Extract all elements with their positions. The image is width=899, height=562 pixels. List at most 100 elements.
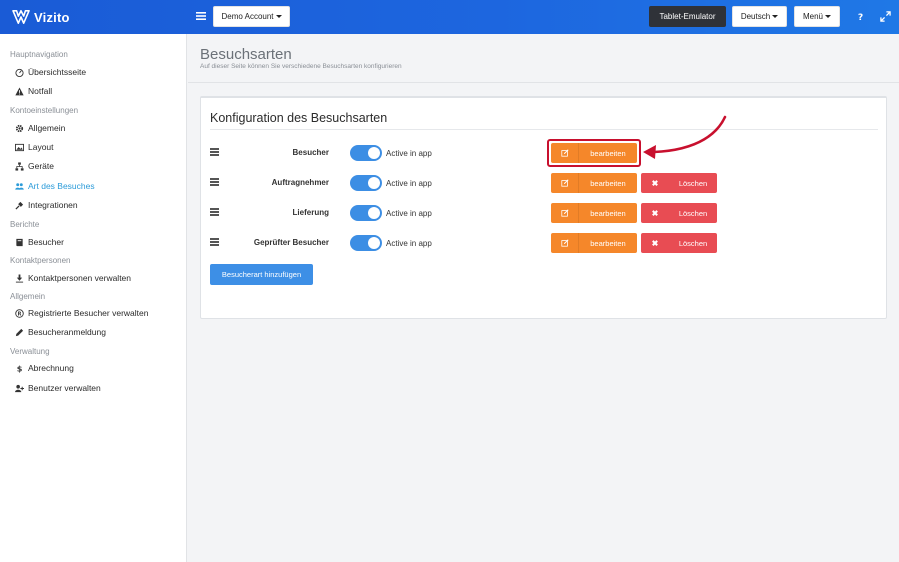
chevron-down-icon [825,15,831,18]
sidebar-item-label: Integrationen [28,200,78,210]
help-icon[interactable]: ? [855,11,866,22]
visit-type-row: Auftragnehmer Active in app bearbeiten ✖… [201,172,888,194]
chevron-down-icon [275,15,282,18]
visit-type-row: Besucher Active in app bearbeiten [201,139,888,167]
sidebar-item-contacts[interactable]: Kontaktpersonen verwalten [14,271,131,285]
edit-button[interactable]: bearbeiten [551,143,637,163]
account-dropdown-label: Demo Account [221,12,274,21]
account-dropdown[interactable]: Demo Account [213,6,290,27]
toggle-knob [368,177,380,189]
header-divider [188,82,899,83]
add-visit-type-button[interactable]: Besucherart hinzufügen [210,264,313,285]
menu-dropdown[interactable]: Menü [794,6,840,27]
toggle-knob [368,207,380,219]
sidebar-item-billing[interactable]: $ Abrechnung [14,361,74,375]
page-title: Besuchsarten [200,46,292,63]
dashboard-icon [14,67,25,78]
drag-handle-icon[interactable] [210,238,219,246]
sidebar-item-label: Abrechnung [28,363,74,373]
active-toggle[interactable] [350,175,382,191]
visit-type-name: Geprüfter Besucher [253,238,329,247]
menu-dropdown-label: Menü [802,12,823,21]
tablet-emulator-label: Tablet-Emulator [659,12,716,21]
language-dropdown[interactable]: Deutsch [732,6,787,27]
sidebar-item-visitor-signin[interactable]: Besucheranmeldung [14,325,106,339]
active-toggle[interactable] [350,145,382,161]
app-logo[interactable]: Vizito [12,9,70,25]
delete-button-label: Löschen [678,178,708,188]
sidebar-item-label: Allgemein [28,123,66,133]
users-icon [14,181,25,192]
image-icon [14,142,25,153]
edit-icon [551,173,579,193]
card-divider [210,129,878,130]
sidebar-item-label: Layout [28,142,54,152]
delete-button[interactable]: ✖ Löschen [641,173,717,193]
visit-type-row: Lieferung Active in app bearbeiten ✖ Lös… [201,202,888,224]
menu-icon[interactable] [196,11,206,21]
edit-button[interactable]: bearbeiten [551,203,637,223]
warning-icon [14,86,25,97]
toggle-knob [368,147,380,159]
visit-types-card: Konfiguration des Besuchsarten Besucher … [200,96,887,319]
person-icon [14,273,25,284]
edit-button-label: bearbeiten [590,238,626,248]
drag-handle-icon[interactable] [210,178,219,186]
annotation-arrow-icon [643,115,727,159]
active-toggle-label: Active in app [386,239,432,248]
visit-type-row: Geprüfter Besucher Active in app bearbei… [201,232,888,254]
app-name: Vizito [34,9,70,25]
sidebar-section-title: Verwaltung [10,347,50,356]
sidebar-item-label: Registrierte Besucher verwalten [28,308,149,318]
svg-text:R: R [18,311,22,317]
delete-button-label: Löschen [678,208,708,218]
edit-button-label: bearbeiten [590,178,626,188]
drag-handle-icon[interactable] [210,148,219,156]
edit-button[interactable]: bearbeiten [551,233,637,253]
sidebar-item-emergency[interactable]: Notfall [14,84,52,98]
close-icon: ✖ [651,238,659,248]
sidebar-section-title: Kontoeinstellungen [10,106,79,115]
sidebar-item-label: Übersichtsseite [28,67,87,77]
plug-icon [14,200,25,211]
sidebar-section-title: Allgemein [10,292,46,301]
delete-button[interactable]: ✖ Löschen [641,233,717,253]
visit-type-name: Besucher [292,148,329,157]
book-icon [14,237,25,248]
edit-button[interactable]: bearbeiten [551,173,637,193]
visit-type-name: Lieferung [292,208,329,217]
drag-handle-icon[interactable] [210,208,219,216]
sidebar-item-layout[interactable]: Layout [14,140,54,154]
close-icon: ✖ [651,208,659,218]
pencil-icon [14,327,25,338]
sidebar-section-title: Hauptnavigation [10,50,68,59]
sitemap-icon [14,161,25,172]
sidebar-item-visit-types[interactable]: Art des Besuches [14,179,95,193]
sidebar-item-label: Kontaktpersonen verwalten [28,273,132,283]
edit-icon [551,143,579,163]
sidebar-item-overview[interactable]: Übersichtsseite [14,65,86,79]
delete-button[interactable]: ✖ Löschen [641,203,717,223]
expand-icon[interactable] [880,11,891,22]
visit-type-name: Auftragnehmer [271,178,329,187]
sidebar-item-label: Notfall [28,86,53,96]
add-visit-type-label: Besucherart hinzufügen [221,270,302,279]
sidebar-item-registered-visitors[interactable]: R Registrierte Besucher verwalten [14,306,148,320]
sidebar-item-label: Besucheranmeldung [28,327,106,337]
sidebar-item-integrations[interactable]: Integrationen [14,198,78,212]
active-toggle[interactable] [350,235,382,251]
tablet-emulator-button[interactable]: Tablet-Emulator [649,6,726,27]
sidebar-item-general[interactable]: Allgemein [14,121,65,135]
active-toggle[interactable] [350,205,382,221]
language-dropdown-label: Deutsch [740,12,771,21]
edit-icon [551,203,579,223]
chevron-down-icon [772,15,779,18]
sidebar-item-manage-users[interactable]: Benutzer verwalten [14,381,101,395]
page-subtitle: Auf dieser Seite können Sie verschiedene… [200,63,402,70]
sidebar-item-devices[interactable]: Geräte [14,159,54,173]
card-title: Konfiguration des Besuchsarten [210,111,388,125]
sidebar-item-visitors-report[interactable]: Besucher [14,235,64,249]
edit-button-label: bearbeiten [590,208,626,218]
sidebar-item-label: Art des Besuches [28,181,95,191]
active-toggle-label: Active in app [386,149,432,158]
